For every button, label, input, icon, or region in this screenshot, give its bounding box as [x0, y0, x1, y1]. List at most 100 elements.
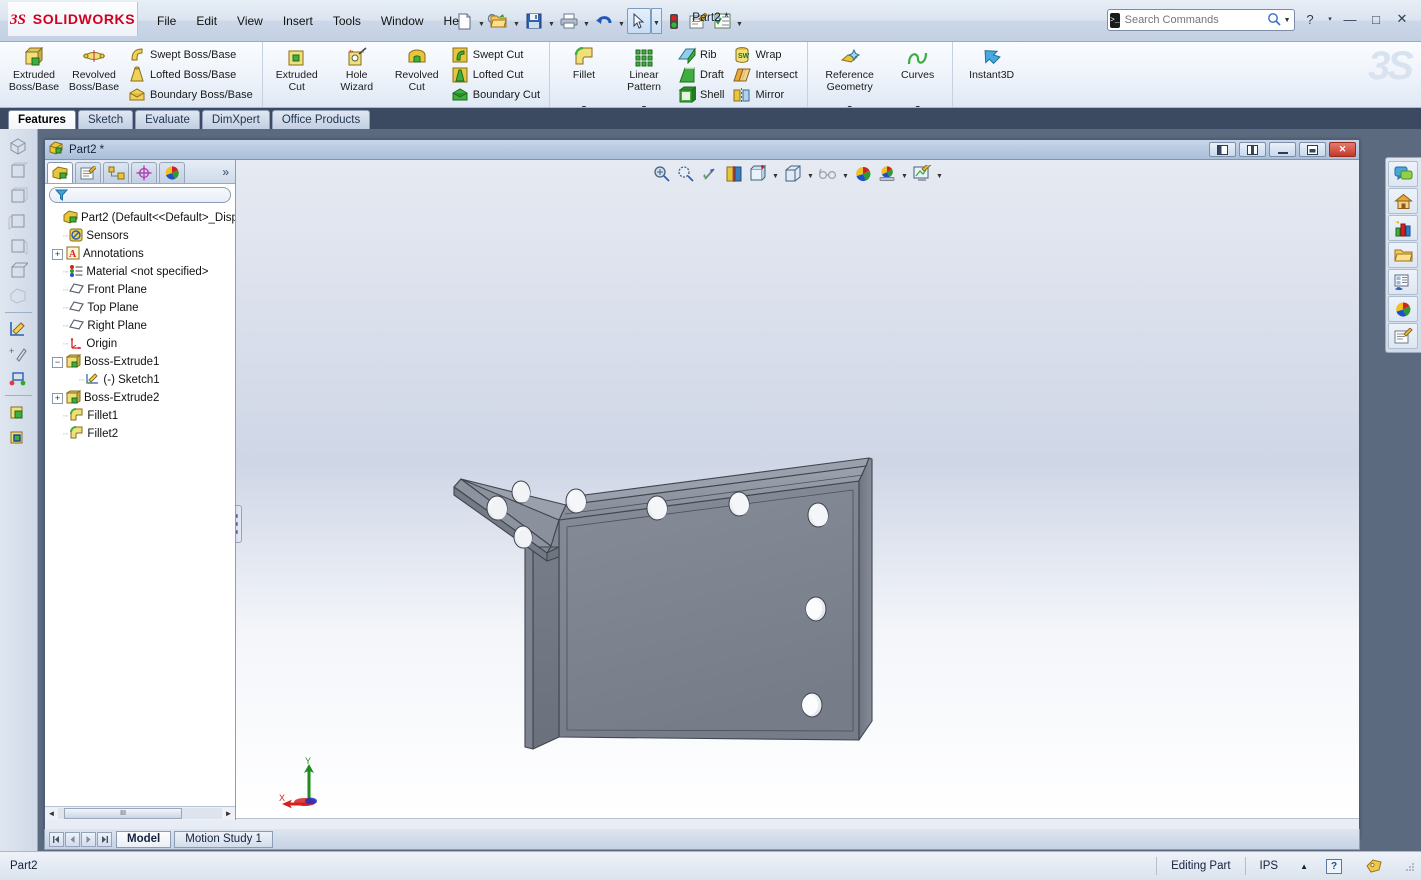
angle-bracket-part[interactable] [441, 435, 1141, 818]
close-window-button[interactable]: ✕ [1391, 8, 1413, 30]
view-orientation-front-icon[interactable] [3, 159, 33, 183]
tile-right-button[interactable] [1239, 142, 1266, 157]
print-dropdown-icon[interactable]: ▼ [581, 8, 592, 34]
more-tabs-icon[interactable]: » [222, 165, 229, 179]
tree-item-sensors[interactable]: ┈ Sensors [49, 227, 235, 245]
view-orientation-right-icon[interactable] [3, 234, 33, 258]
save-dropdown-icon[interactable]: ▼ [546, 8, 557, 34]
bottom-tab-model[interactable]: Model [116, 830, 172, 848]
menu-insert[interactable]: Insert [274, 10, 322, 32]
instant3d-button[interactable]: Instant3D [957, 42, 1027, 104]
minimize-window-button[interactable]: — [1339, 8, 1361, 30]
previous-tab-button[interactable] [65, 831, 80, 847]
open-document-dropdown-icon[interactable]: ▼ [511, 8, 522, 34]
tree-item-origin[interactable]: ┈ Origin [49, 335, 235, 353]
property-manager-tab[interactable] [75, 162, 101, 183]
linear-pattern-button[interactable]: Linear Pattern [614, 42, 674, 104]
tree-expander-plus[interactable]: + [52, 248, 63, 260]
curves-button[interactable]: Curves [888, 42, 948, 104]
revolved-cut-button[interactable]: Revolved Cut [387, 42, 447, 104]
menu-view[interactable]: View [228, 10, 272, 32]
reference-geometry-button[interactable]: Reference Geometry [812, 42, 888, 104]
tab-dimxpert[interactable]: DimXpert [201, 110, 270, 129]
tree-item-boss-extrude2[interactable]: + Boss-Extrude2 [49, 389, 235, 407]
zoom-to-fit-icon[interactable] [651, 163, 673, 185]
tab-sketch[interactable]: Sketch [77, 110, 134, 129]
customize-list-icon[interactable] [710, 8, 734, 34]
tab-office-products[interactable]: Office Products [271, 110, 371, 129]
revolved-boss-base-button[interactable]: Revolved Boss/Base [64, 42, 124, 104]
solidworks-forum-icon[interactable] [1388, 161, 1418, 187]
tree-item-top-plane[interactable]: ┈ Top Plane [49, 299, 235, 317]
intersect-button[interactable]: Intersect [731, 65, 802, 85]
solidworks-resources-home-icon[interactable] [1388, 188, 1418, 214]
rib-button[interactable]: Rib [676, 45, 729, 65]
graphics-viewport[interactable]: ◄ ◄ ◄ [236, 160, 1359, 818]
menu-tools[interactable]: Tools [324, 10, 370, 32]
scroll-left-arrow-icon[interactable]: ◄ [45, 809, 58, 818]
print-icon[interactable] [557, 8, 581, 34]
swept-cut-button[interactable]: Swept Cut [449, 45, 545, 65]
help-dropdown-icon[interactable]: ▾ [1325, 8, 1335, 30]
lofted-cut-button[interactable]: Lofted Cut [449, 65, 545, 85]
display-manager-tab[interactable] [159, 162, 185, 183]
extruded-cut-side-icon[interactable] [3, 425, 33, 449]
new-document-dropdown-icon[interactable]: ▼ [476, 8, 487, 34]
design-library-icon[interactable] [1388, 215, 1418, 241]
tree-item-fillet2[interactable]: ┈ Fillet2 [49, 425, 235, 443]
tile-left-button[interactable] [1209, 142, 1236, 157]
tree-expander-plus[interactable]: + [52, 392, 63, 404]
smart-dimension-icon[interactable]: + [3, 342, 33, 366]
save-icon[interactable] [522, 8, 546, 34]
configuration-manager-tab[interactable] [103, 162, 129, 183]
hide-show-items-icon[interactable] [817, 163, 839, 185]
tree-item-boss-extrude1[interactable]: − Boss-Extrude1 [49, 353, 235, 371]
collapse-feature-manager-handle[interactable]: ◄ ◄ ◄ [236, 505, 242, 543]
options-edit-icon[interactable] [686, 8, 710, 34]
resize-grip-icon[interactable] [1403, 860, 1415, 872]
view-orientation-icon[interactable] [747, 163, 769, 185]
apply-scene-icon[interactable] [876, 163, 898, 185]
view-settings-icon[interactable] [911, 163, 933, 185]
boundary-boss-base-button[interactable]: Boundary Boss/Base [126, 85, 258, 105]
hide-show-dropdown-icon[interactable]: ▼ [841, 163, 850, 185]
status-tag-cell[interactable] [1352, 857, 1397, 875]
restore-document-button[interactable] [1299, 142, 1326, 157]
search-input[interactable] [1119, 14, 1267, 26]
next-tab-button[interactable] [81, 831, 96, 847]
help-question-icon[interactable]: ? [1326, 858, 1342, 874]
extruded-boss-side-icon[interactable] [3, 400, 33, 424]
menu-file[interactable]: File [148, 10, 185, 32]
boundary-cut-button[interactable]: Boundary Cut [449, 85, 545, 105]
first-tab-button[interactable] [49, 831, 64, 847]
tree-item-annotations[interactable]: + A Annotations [49, 245, 235, 263]
scroll-right-arrow-icon[interactable]: ► [222, 809, 235, 818]
view-orientation-isometric-icon[interactable] [3, 134, 33, 158]
last-tab-button[interactable] [97, 831, 112, 847]
lofted-boss-base-button[interactable]: Lofted Boss/Base [126, 65, 258, 85]
undo-dropdown-icon[interactable]: ▼ [616, 8, 627, 34]
view-orientation-dropdown-icon[interactable]: ▼ [771, 163, 780, 185]
scroll-thumb[interactable]: III [64, 808, 182, 819]
tab-evaluate[interactable]: Evaluate [135, 110, 200, 129]
tree-item-material[interactable]: ┈ Material <not specified> [49, 263, 235, 281]
hole-wizard-button[interactable]: Hole Wizard [327, 42, 387, 104]
feature-manager-design-tree-tab[interactable] [47, 162, 73, 183]
select-cursor-icon[interactable] [627, 8, 651, 34]
draft-button[interactable]: Draft [676, 65, 729, 85]
feature-tree-filter[interactable] [49, 187, 231, 203]
section-view-icon[interactable] [723, 163, 745, 185]
display-style-dropdown-icon[interactable]: ▼ [806, 163, 815, 185]
apply-scene-dropdown-icon[interactable]: ▼ [900, 163, 909, 185]
status-help-cell[interactable]: ? [1316, 857, 1352, 875]
search-dropdown-icon[interactable]: ▼ [1284, 17, 1291, 24]
bottom-tab-motion-study[interactable]: Motion Study 1 [174, 830, 273, 848]
edit-appearance-icon[interactable] [852, 163, 874, 185]
view-orientation-trimetric-icon[interactable] [3, 284, 33, 308]
view-palette-icon[interactable] [1388, 269, 1418, 295]
tab-features[interactable]: Features [8, 110, 76, 129]
view-orientation-top-icon[interactable] [3, 259, 33, 283]
close-document-button[interactable]: ✕ [1329, 142, 1356, 157]
status-units[interactable]: IPS [1244, 857, 1293, 875]
tree-item-front-plane[interactable]: ┈ Front Plane [49, 281, 235, 299]
